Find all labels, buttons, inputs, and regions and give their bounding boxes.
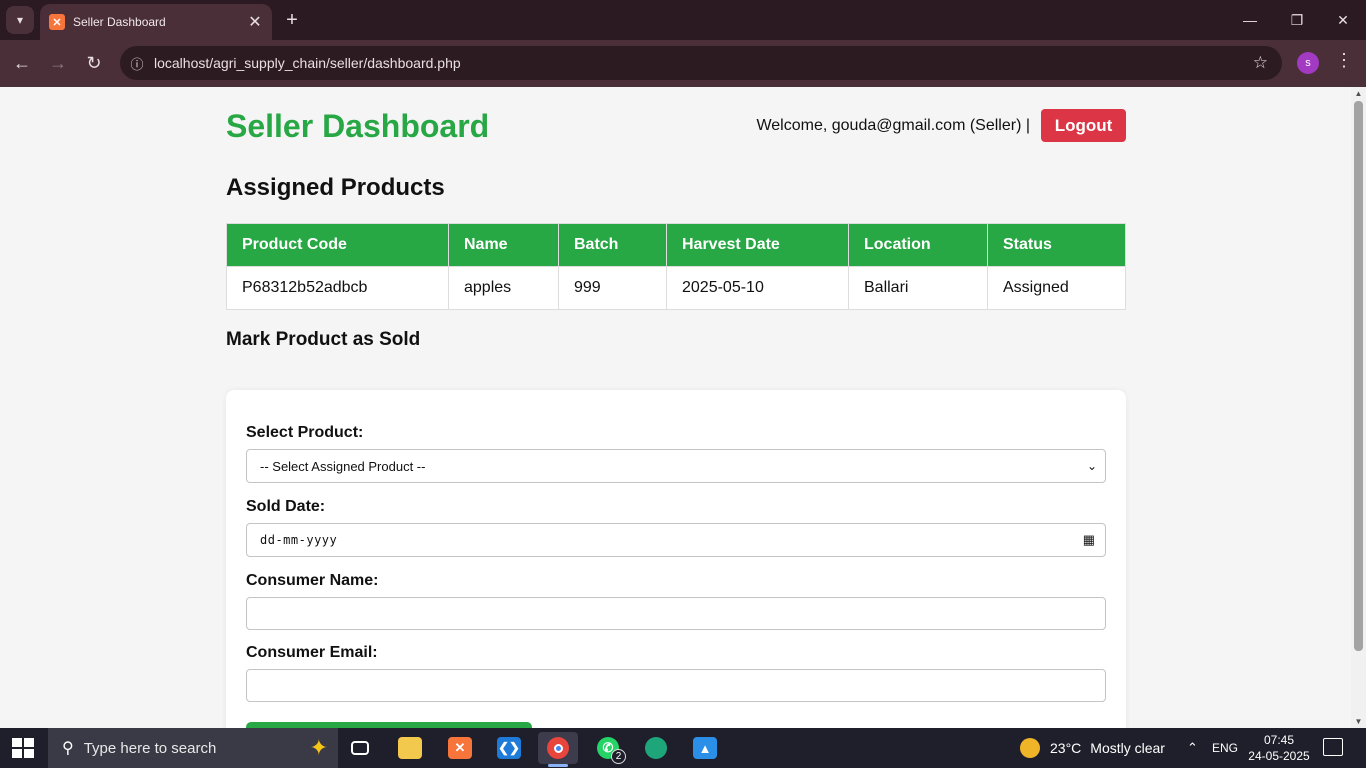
clock-date: 24-05-2025 (1248, 749, 1310, 763)
close-icon[interactable]: ✕ (244, 12, 266, 32)
clock-time: 07:45 (1263, 733, 1295, 747)
column-header: Name (448, 223, 559, 267)
scroll-down-icon[interactable]: ▼ (1354, 717, 1363, 726)
page-viewport: Seller Dashboard Welcome, gouda@gmail.co… (0, 87, 1351, 728)
table-cell: Assigned (987, 266, 1126, 310)
welcome-text: Welcome, gouda@gmail.com (Seller) | (756, 117, 1030, 134)
consumer-name-label: Consumer Name: (246, 572, 379, 589)
table-cell: P68312b52adbcb (226, 266, 449, 310)
scroll-thumb[interactable] (1354, 101, 1363, 651)
table-cell: 999 (558, 266, 667, 310)
reload-icon[interactable]: ↻ (81, 50, 107, 76)
column-header: Status (987, 223, 1126, 267)
language-indicator[interactable]: ENG (1212, 728, 1238, 768)
consumer-email-label: Consumer Email: (246, 644, 378, 661)
page-title: Seller Dashboard (226, 108, 490, 144)
column-header: Location (848, 223, 988, 267)
calendar-icon[interactable]: ▦ (1083, 532, 1095, 548)
weather-temp: 23°C (1050, 740, 1082, 756)
weather-icon (1020, 738, 1040, 758)
browser-tab[interactable]: ✕ Seller Dashboard ✕ (40, 4, 272, 40)
tab-title: Seller Dashboard (73, 15, 166, 29)
windows-taskbar: ⚲ Type here to search ✦ ✕ ❮❯ ✆ 2 ▲ 23°C … (0, 728, 1366, 768)
back-icon[interactable]: ← (9, 50, 35, 76)
page-scrollbar[interactable]: ▲ ▼ (1351, 87, 1366, 728)
assigned-products-table: Product Code Name Batch Harvest Date Loc… (226, 223, 1126, 310)
product-label: Select Product: (246, 424, 364, 441)
logout-button[interactable]: Logout (1041, 109, 1126, 142)
chevron-up-icon[interactable]: ⌃ (1187, 728, 1198, 768)
taskbar-search[interactable]: ⚲ Type here to search ✦ (48, 728, 338, 768)
table-cell: apples (448, 266, 559, 310)
forward-icon[interactable]: → (45, 50, 71, 76)
chrome-icon[interactable] (538, 732, 578, 767)
minimize-icon[interactable]: — (1238, 8, 1262, 32)
browser-tab-bar: ▾ ✕ Seller Dashboard ✕ + — ❐ ✕ (0, 0, 1366, 40)
whatsapp-icon[interactable]: ✆ 2 (588, 732, 628, 764)
sold-date-placeholder: dd-mm-yyyy (260, 533, 338, 547)
column-header: Product Code (226, 223, 449, 267)
dashboard-container: Seller Dashboard Welcome, gouda@gmail.co… (226, 87, 1126, 728)
edge-icon[interactable] (636, 732, 676, 764)
notification-icon[interactable] (1323, 738, 1343, 756)
mark-sold-heading: Mark Product as Sold (226, 329, 421, 350)
column-header: Harvest Date (666, 223, 849, 267)
more-icon[interactable]: ⋮ (1334, 50, 1354, 71)
file-explorer-icon[interactable] (390, 732, 430, 764)
windows-icon[interactable] (12, 738, 34, 758)
mark-sold-form: Select Product: -- Select Assigned Produ… (226, 390, 1126, 728)
browser-toolbar: ← → ↻ ⓘ localhost/agri_supply_chain/sell… (0, 40, 1366, 87)
search-placeholder: Type here to search (83, 739, 217, 757)
whatsapp-badge: 2 (611, 749, 626, 764)
address-bar[interactable]: ⓘ localhost/agri_supply_chain/seller/das… (120, 46, 1282, 80)
product-select-value: -- Select Assigned Product -- (260, 458, 426, 474)
task-view-icon[interactable] (340, 732, 380, 764)
table-header-row: Product Code Name Batch Harvest Date Loc… (226, 223, 1126, 267)
sold-date-input[interactable]: dd-mm-yyyy ▦ (246, 523, 1106, 557)
weather-widget[interactable]: 23°C Mostly clear (1020, 728, 1165, 768)
tab-list-icon[interactable]: ▾ (6, 6, 34, 34)
chevron-down-icon: ⌄ (1086, 459, 1097, 473)
plus-icon[interactable]: + (280, 8, 304, 32)
close-window-icon[interactable]: ✕ (1331, 8, 1355, 32)
column-header: Batch (558, 223, 667, 267)
assigned-products-heading: Assigned Products (226, 174, 445, 201)
xampp-taskbar-icon[interactable]: ✕ (440, 732, 480, 764)
vscode-icon[interactable]: ❮❯ (489, 732, 529, 764)
consumer-name-input[interactable] (246, 597, 1106, 630)
product-select[interactable]: -- Select Assigned Product -- ⌄ (246, 449, 1106, 483)
photos-icon[interactable]: ▲ (685, 732, 725, 764)
page-header: Seller Dashboard Welcome, gouda@gmail.co… (226, 87, 1126, 167)
table-cell: Ballari (848, 266, 988, 310)
url-text[interactable]: localhost/agri_supply_chain/seller/dashb… (154, 55, 461, 71)
star-icon[interactable]: ☆ (1253, 53, 1268, 73)
weather-desc: Mostly clear (1090, 740, 1165, 756)
site-info-icon[interactable]: ⓘ (120, 54, 154, 73)
taskbar-clock[interactable]: 07:45 24-05-2025 (1248, 732, 1310, 764)
table-row: P68312b52adbcb apples 999 2025-05-10 Bal… (226, 266, 1126, 310)
search-icon: ⚲ (62, 740, 74, 757)
copilot-icon[interactable]: ✦ (310, 735, 328, 761)
restore-icon[interactable]: ❐ (1285, 8, 1309, 32)
avatar[interactable]: s (1297, 52, 1319, 74)
table-cell: 2025-05-10 (666, 266, 849, 310)
xampp-icon: ✕ (49, 14, 65, 30)
scroll-up-icon[interactable]: ▲ (1354, 89, 1363, 98)
sold-date-label: Sold Date: (246, 498, 326, 515)
consumer-email-input[interactable] (246, 669, 1106, 702)
